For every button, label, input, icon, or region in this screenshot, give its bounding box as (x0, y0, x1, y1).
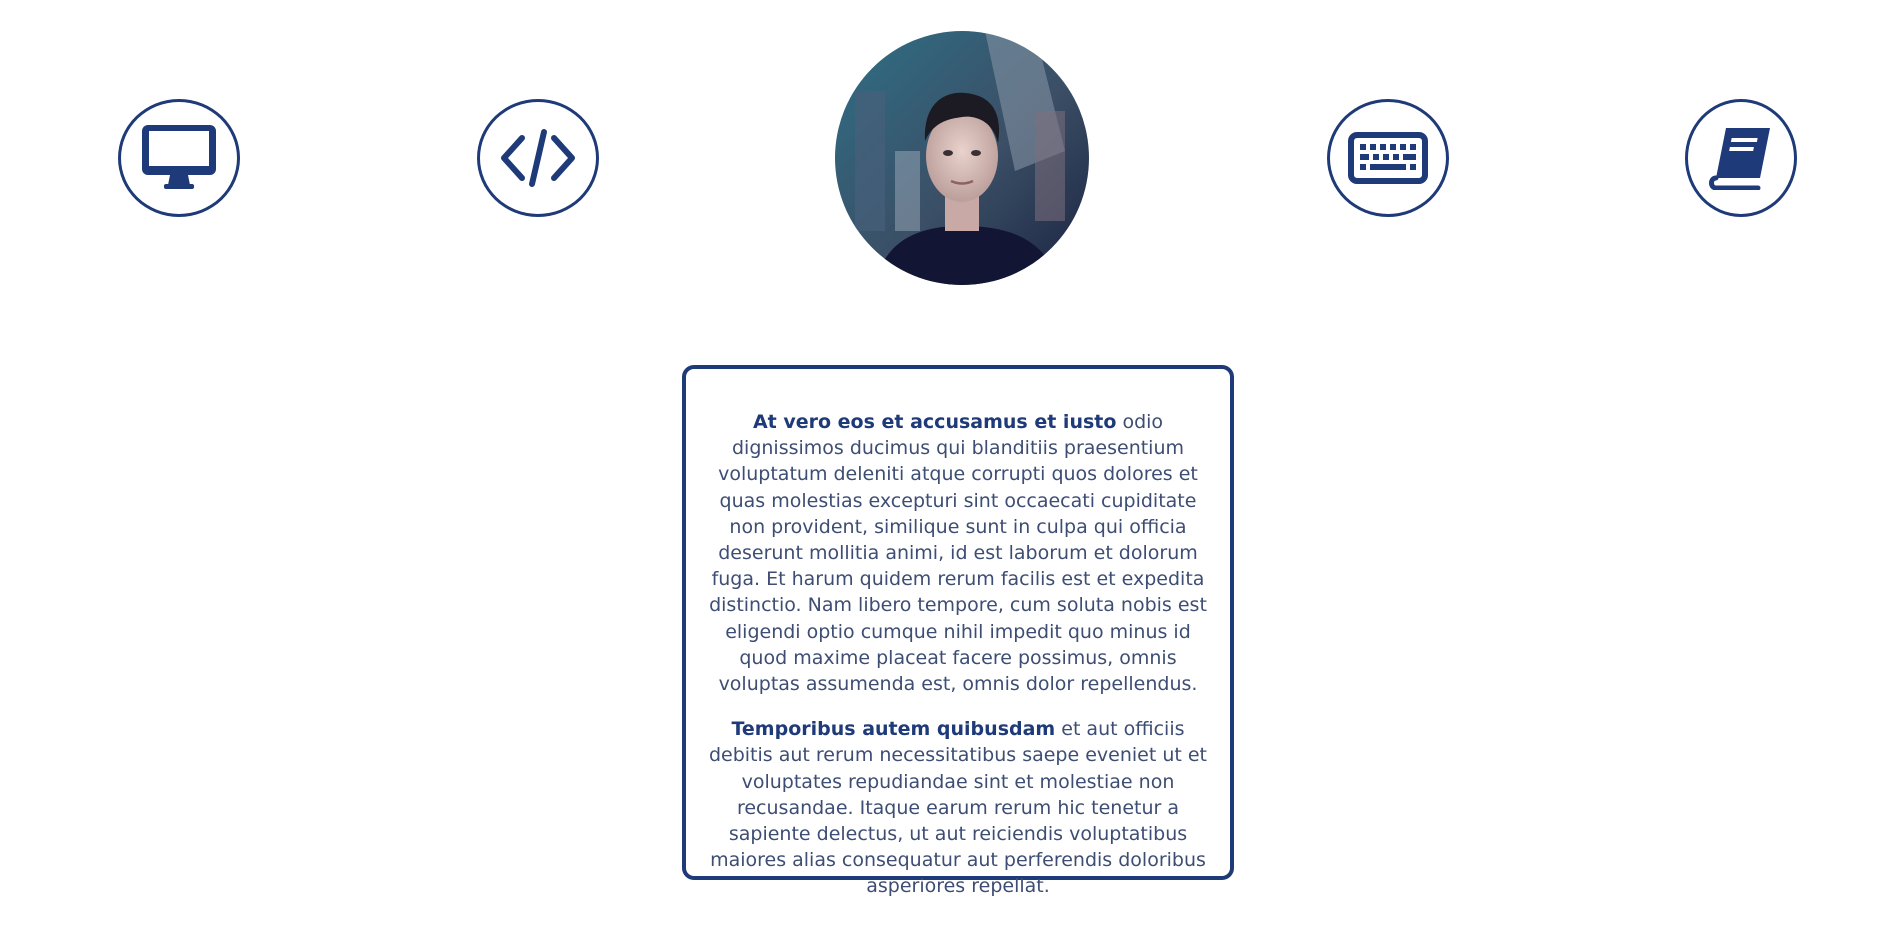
about-paragraph-2-lead: Temporibus autem quibusdam (731, 718, 1056, 741)
avatar (835, 31, 1089, 285)
monitor-icon-glyph (142, 125, 216, 189)
code-icon-glyph (501, 129, 575, 187)
about-card: At vero eos et accusamus et iusto odio d… (682, 365, 1234, 897)
avatar-photo (835, 31, 1089, 285)
about-paragraph-1-body: odio dignissimos ducimus qui blanditiis … (709, 411, 1207, 696)
book-icon (1685, 99, 1797, 217)
about-paragraph-1: At vero eos et accusamus et iusto odio d… (708, 409, 1208, 697)
book-icon-glyph (1709, 128, 1770, 190)
monitor-icon (118, 99, 240, 217)
keyboard-icon (1327, 99, 1449, 217)
code-icon (477, 99, 599, 217)
about-paragraph-2-body: et aut officiis debitis aut rerum necess… (708, 718, 1208, 898)
about-paragraph-2: Temporibus autem quibusdam et aut offici… (708, 716, 1208, 899)
about-paragraph-1-lead: At vero eos et accusamus et iusto (752, 411, 1117, 433)
keyboard-icon-glyph (1348, 132, 1428, 184)
